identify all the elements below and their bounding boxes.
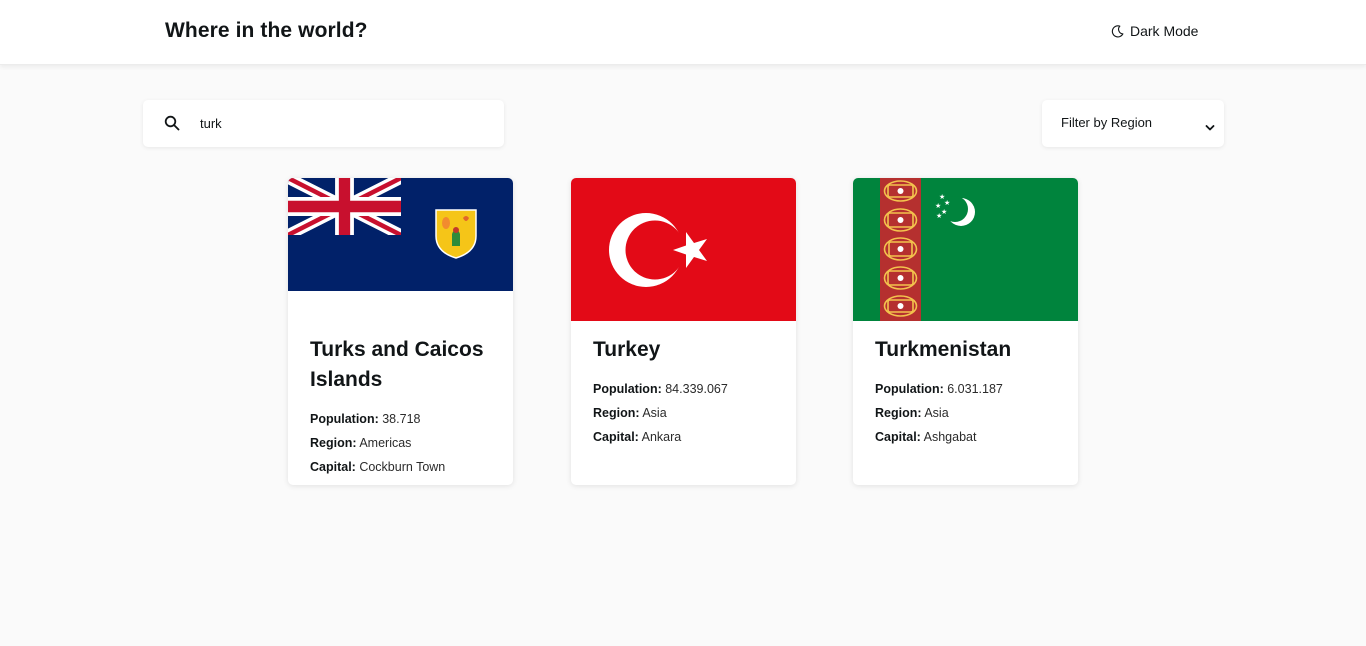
region-label: Region: xyxy=(875,406,922,420)
region-filter-label: Filter by Region xyxy=(1061,115,1153,130)
country-card[interactable]: ★ ★ ★ ★ ★ Turkmenistan Population: 6.031… xyxy=(853,178,1078,485)
region-row: Region: Asia xyxy=(875,401,949,425)
turks-and-caicos-flag xyxy=(288,178,513,291)
svg-text:★: ★ xyxy=(936,212,942,220)
capital-label: Capital: xyxy=(875,430,921,444)
population-value: 84.339.067 xyxy=(665,382,728,396)
region-row: Region: Americas xyxy=(310,431,411,455)
country-card[interactable]: Turkey Population: 84.339.067 Region: As… xyxy=(571,178,796,485)
search-icon xyxy=(164,115,180,136)
search-input[interactable] xyxy=(200,112,480,134)
top-header: Where in the world? Dark Mode xyxy=(0,0,1366,65)
country-name: Turks and Caicos Islands xyxy=(310,338,484,391)
region-row: Region: Asia xyxy=(593,401,667,425)
population-value: 6.031.187 xyxy=(947,382,1003,396)
country-name: Turkmenistan xyxy=(875,338,1012,361)
capital-row: Capital: Ankara xyxy=(593,425,681,449)
region-label: Region: xyxy=(310,436,357,450)
dark-mode-label: Dark Mode xyxy=(1130,23,1199,39)
svg-text:★: ★ xyxy=(944,199,950,207)
population-row: Population: 6.031.187 xyxy=(875,377,1003,401)
capital-row: Capital: Cockburn Town xyxy=(310,455,445,479)
turkmenistan-flag: ★ ★ ★ ★ ★ xyxy=(853,178,1078,321)
capital-value: Cockburn Town xyxy=(359,460,446,474)
population-label: Population: xyxy=(310,412,379,426)
region-value: Asia xyxy=(924,406,949,420)
population-label: Population: xyxy=(875,382,944,396)
population-row: Population: 38.718 xyxy=(310,407,420,431)
capital-row: Capital: Ashgabat xyxy=(875,425,976,449)
app-title: Where in the world? xyxy=(165,19,368,42)
capital-value: Ankara xyxy=(641,430,682,444)
region-label: Region: xyxy=(593,406,640,420)
region-value: Americas xyxy=(359,436,412,450)
capital-value: Ashgabat xyxy=(923,430,977,444)
population-row: Population: 84.339.067 xyxy=(593,377,728,401)
region-filter-select[interactable]: Filter by Region xyxy=(1042,100,1224,147)
moon-icon xyxy=(1111,24,1124,38)
turkey-flag xyxy=(571,178,796,321)
chevron-down-icon xyxy=(1205,119,1215,137)
region-value: Asia xyxy=(642,406,667,420)
search-box[interactable] xyxy=(143,100,504,147)
population-value: 38.718 xyxy=(382,412,421,426)
population-label: Population: xyxy=(593,382,662,396)
dark-mode-toggle[interactable]: Dark Mode xyxy=(1111,23,1198,39)
capital-label: Capital: xyxy=(310,460,356,474)
capital-label: Capital: xyxy=(593,430,639,444)
country-card[interactable]: Turks and Caicos Islands Population: 38.… xyxy=(288,178,513,485)
country-name: Turkey xyxy=(593,338,661,361)
